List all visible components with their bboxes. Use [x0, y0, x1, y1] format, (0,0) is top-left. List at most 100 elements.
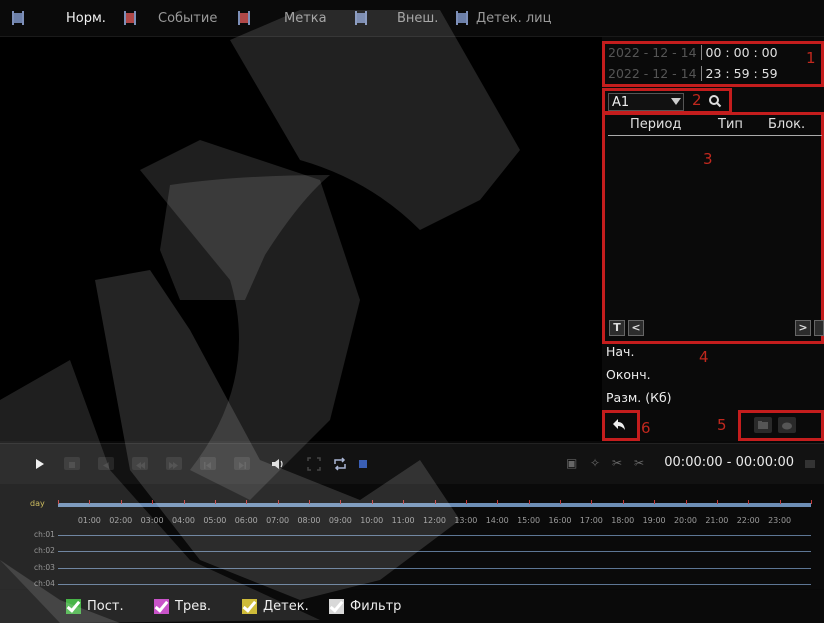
timeline-hour-label: 07:00: [266, 516, 290, 525]
timeline-hour-label: 05:00: [203, 516, 227, 525]
channel-track-1[interactable]: [58, 535, 811, 536]
tab-mark-label: Метка: [284, 10, 327, 26]
timeline-tick: [654, 500, 656, 504]
cut-start-icon[interactable]: ✂: [612, 456, 622, 470]
back-arrow-icon: [613, 419, 625, 430]
callout-2: 2: [692, 91, 702, 109]
timeline-hour-label: 23:00: [768, 516, 792, 525]
timeline-tick: [403, 500, 405, 504]
timeline-tick: [497, 500, 499, 504]
channel-track-3[interactable]: [58, 568, 811, 569]
timeline-tick: [214, 500, 216, 504]
timeline-tick: [246, 500, 248, 504]
play-icon: [36, 459, 44, 469]
start-time[interactable]: 00 : 00 : 00: [700, 45, 778, 60]
channel-label-2: ch:02: [34, 546, 55, 555]
start-datetime[interactable]: 2022 - 12 - 14 00 : 00 : 00: [608, 45, 778, 60]
timeline[interactable]: day 01:00 02:00 03:00 04:00 05:00 06:00 07:00 0…: [0, 484, 824, 589]
fullscreen-icon: [307, 457, 321, 471]
end-date[interactable]: 2022 - 12 - 14: [608, 66, 697, 81]
list-t-button[interactable]: T: [609, 320, 625, 336]
timeline-hour-label: 15:00: [517, 516, 541, 525]
timeline-tick: [371, 500, 373, 504]
fast-button[interactable]: [166, 457, 182, 470]
timeline-tick: [591, 500, 593, 504]
playback-mode-tabs: Норм. Событие Метка Внеш. Детек. лиц: [0, 0, 824, 37]
checkbox-filter[interactable]: [329, 599, 344, 614]
tab-external[interactable]: Внеш.: [355, 0, 438, 36]
prev-frame-icon: [204, 462, 211, 469]
timeline-tick: [340, 500, 342, 504]
list-end-button[interactable]: [814, 320, 824, 336]
folder-icon: [758, 421, 768, 429]
col-type: Тип: [718, 117, 743, 132]
cloud-button[interactable]: [778, 417, 796, 433]
timeline-hour-label: 19:00: [642, 516, 666, 525]
prev-frame-button[interactable]: [200, 457, 216, 470]
callout-3: 3: [703, 150, 713, 168]
checkbox-detect[interactable]: [242, 599, 257, 614]
timeline-tick: [183, 500, 185, 504]
folder-small-icon[interactable]: [805, 460, 815, 468]
timeline-hour-label: 22:00: [736, 516, 760, 525]
next-frame-button[interactable]: [234, 457, 250, 470]
tab-mark[interactable]: Метка: [238, 0, 327, 36]
timeline-hour-label: 16:00: [548, 516, 572, 525]
file-table-body[interactable]: [608, 137, 820, 317]
timeline-hour-label: 10:00: [360, 516, 384, 525]
snapshot-icon[interactable]: ▣: [566, 456, 577, 470]
tab-normal[interactable]: Норм.: [12, 0, 106, 36]
col-lock: Блок.: [768, 117, 806, 132]
fullscreen-button[interactable]: [306, 456, 322, 472]
list-prev-button[interactable]: <: [628, 320, 644, 336]
chevron-down-icon: [671, 98, 681, 105]
channel-track-2[interactable]: [58, 551, 811, 552]
search-button[interactable]: [706, 92, 724, 110]
timeline-hour-label: 12:00: [422, 516, 447, 525]
list-next-button[interactable]: >: [795, 320, 811, 336]
timeline-tick: [748, 500, 750, 504]
timeline-tick: [779, 500, 781, 504]
video-preview[interactable]: [0, 37, 602, 441]
square-indicator: [359, 460, 367, 468]
cut-end-icon[interactable]: ✂: [634, 456, 644, 470]
film-event-icon: [124, 11, 136, 25]
checkbox-alarm[interactable]: [154, 599, 169, 614]
pin-icon[interactable]: ✧: [590, 456, 600, 470]
timeline-tick: [622, 500, 624, 504]
legend-continuous[interactable]: Пост.: [66, 599, 124, 614]
tab-external-label: Внеш.: [397, 10, 439, 26]
callout-6: 6: [641, 419, 651, 437]
timeline-hour-label: 06:00: [234, 516, 258, 525]
back-button[interactable]: [610, 416, 628, 434]
film-icon: [12, 11, 24, 25]
channel-track-4[interactable]: [58, 584, 811, 585]
tab-event[interactable]: Событие: [124, 0, 217, 36]
end-time[interactable]: 23 : 59 : 59: [700, 66, 778, 81]
timeline-hour-label: 20:00: [673, 516, 698, 525]
timeline-tick: [89, 500, 91, 504]
next-frame-icon: [239, 462, 246, 469]
timeline-tick: [560, 500, 561, 504]
channel-select[interactable]: A1: [608, 93, 684, 111]
end-datetime[interactable]: 2022 - 12 - 14 23 : 59 : 59: [608, 66, 778, 81]
rewind-button[interactable]: [98, 457, 114, 470]
legend-filter[interactable]: Фильтр: [329, 599, 401, 614]
info-size-label: Разм. (Кб): [606, 390, 672, 405]
callout-5: 5: [717, 416, 727, 434]
timeline-hour-label: 11:00: [391, 516, 415, 525]
volume-button[interactable]: [270, 456, 286, 472]
play-button[interactable]: [32, 456, 48, 472]
folder-button[interactable]: [754, 417, 772, 433]
legend-alarm-label: Трев.: [175, 599, 211, 614]
channel-label-4: ch:04: [34, 579, 55, 588]
checkbox-continuous[interactable]: [66, 599, 81, 614]
legend-detect[interactable]: Детек.: [242, 599, 309, 614]
tab-face-detect[interactable]: Детек. лиц: [456, 0, 551, 36]
slow-button[interactable]: [132, 457, 148, 470]
start-date[interactable]: 2022 - 12 - 14: [608, 45, 697, 60]
timeline-hour-label: 04:00: [171, 516, 196, 525]
loop-button[interactable]: [332, 456, 348, 472]
legend-alarm[interactable]: Трев.: [154, 599, 211, 614]
stop-button[interactable]: [64, 457, 80, 470]
